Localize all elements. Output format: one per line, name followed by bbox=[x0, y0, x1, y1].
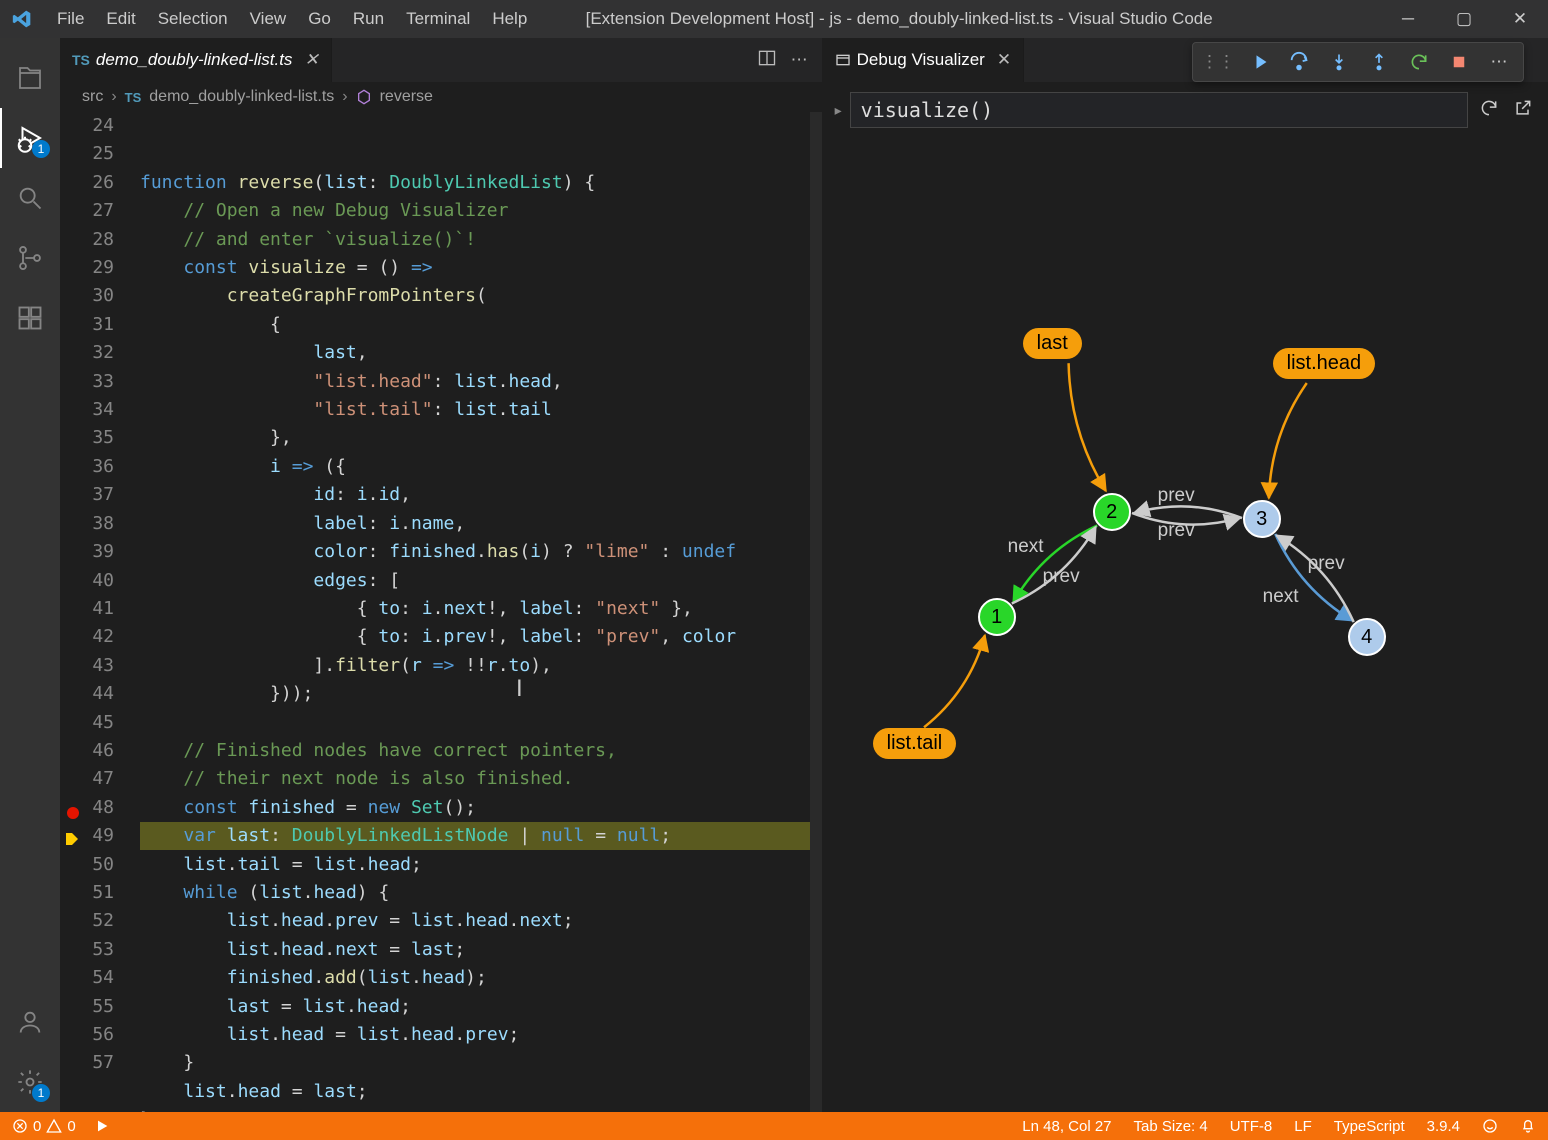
source-control-icon[interactable] bbox=[0, 228, 60, 288]
status-lncol[interactable]: Ln 48, Col 27 bbox=[1022, 1118, 1111, 1135]
preview-icon bbox=[835, 52, 851, 68]
graph-node-1[interactable]: 1 bbox=[978, 598, 1016, 636]
menu-help[interactable]: Help bbox=[481, 0, 538, 38]
accounts-icon[interactable] bbox=[0, 992, 60, 1052]
continue-button[interactable] bbox=[1243, 46, 1275, 78]
minimize-button[interactable]: ─ bbox=[1380, 0, 1436, 38]
edge-label: prev bbox=[1158, 485, 1195, 507]
menu-edit[interactable]: Edit bbox=[95, 0, 146, 38]
expand-caret-icon[interactable]: ▸ bbox=[835, 102, 842, 119]
debug-badge: 1 bbox=[32, 140, 50, 158]
editor-tabbar: TS demo_doubly-linked-list.ts ✕ ⋯ bbox=[60, 38, 822, 82]
graph-node-2[interactable]: 2 bbox=[1093, 493, 1131, 531]
graph-canvas[interactable]: 1 2 3 4 last list.head list.tail next prev prev pr… bbox=[823, 138, 1548, 1112]
maximize-button[interactable]: ▢ bbox=[1436, 0, 1492, 38]
debug-more-icon[interactable]: ⋯ bbox=[1483, 46, 1515, 78]
status-language[interactable]: TypeScript bbox=[1334, 1118, 1405, 1135]
status-feedback-icon[interactable] bbox=[1482, 1118, 1498, 1134]
vscode-logo-icon bbox=[12, 9, 32, 29]
debug-toolbar[interactable]: ⋮⋮ ⋯ bbox=[1192, 42, 1524, 82]
status-tabsize[interactable]: Tab Size: 4 bbox=[1134, 1118, 1208, 1135]
status-debug-launch[interactable] bbox=[94, 1118, 110, 1134]
run-debug-icon[interactable]: 1 bbox=[0, 108, 60, 168]
split-editor-icon[interactable] bbox=[757, 48, 777, 73]
close-tab-icon[interactable]: ✕ bbox=[991, 50, 1011, 70]
status-bell-icon[interactable] bbox=[1520, 1118, 1536, 1134]
status-bar: 0 0 Ln 48, Col 27 Tab Size: 4 UTF-8 LF T… bbox=[0, 1112, 1548, 1140]
titlebar: FileEditSelectionViewGoRunTerminalHelp [… bbox=[0, 0, 1548, 38]
edge-label: next bbox=[1008, 536, 1044, 558]
pointer-list-head[interactable]: list.head bbox=[1273, 348, 1376, 379]
window-title: [Extension Development Host] - js - demo… bbox=[538, 9, 1380, 29]
edge-label: prev bbox=[1043, 566, 1080, 588]
breadcrumb[interactable]: src› TS demo_doubly-linked-list.ts› reve… bbox=[60, 82, 822, 112]
step-out-button[interactable] bbox=[1363, 46, 1395, 78]
stop-button[interactable] bbox=[1443, 46, 1475, 78]
tab-label: demo_doubly-linked-list.ts bbox=[96, 50, 293, 70]
settings-gear-icon[interactable]: 1 bbox=[0, 1052, 60, 1112]
graph-node-4[interactable]: 4 bbox=[1348, 618, 1386, 656]
status-errors[interactable]: 0 0 bbox=[12, 1118, 76, 1135]
more-actions-icon[interactable]: ⋯ bbox=[791, 50, 808, 70]
tab-debug-visualizer[interactable]: Debug Visualizer ✕ bbox=[823, 38, 1024, 82]
refresh-icon[interactable] bbox=[1476, 98, 1502, 123]
step-over-button[interactable] bbox=[1283, 46, 1315, 78]
close-tab-icon[interactable]: ✕ bbox=[298, 50, 318, 70]
restart-button[interactable] bbox=[1403, 46, 1435, 78]
search-icon[interactable] bbox=[0, 168, 60, 228]
edge-label: prev bbox=[1308, 553, 1345, 575]
menu-view[interactable]: View bbox=[239, 0, 298, 38]
graph-node-3[interactable]: 3 bbox=[1243, 500, 1281, 538]
menu-run[interactable]: Run bbox=[342, 0, 395, 38]
extensions-icon[interactable] bbox=[0, 288, 60, 348]
menu-terminal[interactable]: Terminal bbox=[395, 0, 481, 38]
pointer-list-tail[interactable]: list.tail bbox=[873, 728, 957, 759]
status-encoding[interactable]: UTF-8 bbox=[1230, 1118, 1273, 1135]
typescript-file-icon: TS bbox=[72, 52, 90, 68]
visualizer-expression-input[interactable] bbox=[850, 92, 1468, 128]
status-ts-version[interactable]: 3.9.4 bbox=[1427, 1118, 1460, 1135]
explorer-icon[interactable] bbox=[0, 48, 60, 108]
close-window-button[interactable]: ✕ bbox=[1492, 0, 1548, 38]
menu-file[interactable]: File bbox=[46, 0, 95, 38]
popout-icon[interactable] bbox=[1510, 98, 1536, 123]
activity-bar: 1 1 bbox=[0, 38, 60, 1112]
edge-label: prev bbox=[1158, 520, 1195, 542]
code-editor[interactable]: 2425262728293031323334353637383940414243… bbox=[60, 112, 822, 1112]
visualizer-tab-label: Debug Visualizer bbox=[857, 50, 985, 70]
edge-label: next bbox=[1263, 586, 1299, 608]
editor-pane-visualizer: Debug Visualizer ✕ ▸ bbox=[823, 38, 1548, 1112]
settings-badge: 1 bbox=[32, 1084, 50, 1102]
menu-selection[interactable]: Selection bbox=[147, 0, 239, 38]
menu-go[interactable]: Go bbox=[297, 0, 342, 38]
drag-handle-icon[interactable]: ⋮⋮ bbox=[1201, 52, 1235, 72]
tab-demo-file[interactable]: TS demo_doubly-linked-list.ts ✕ bbox=[60, 38, 332, 82]
status-eol[interactable]: LF bbox=[1294, 1118, 1312, 1135]
editor-pane-code: TS demo_doubly-linked-list.ts ✕ ⋯ src› T… bbox=[60, 38, 823, 1112]
pointer-last[interactable]: last bbox=[1023, 328, 1082, 359]
step-into-button[interactable] bbox=[1323, 46, 1355, 78]
symbol-method-icon bbox=[356, 89, 372, 105]
